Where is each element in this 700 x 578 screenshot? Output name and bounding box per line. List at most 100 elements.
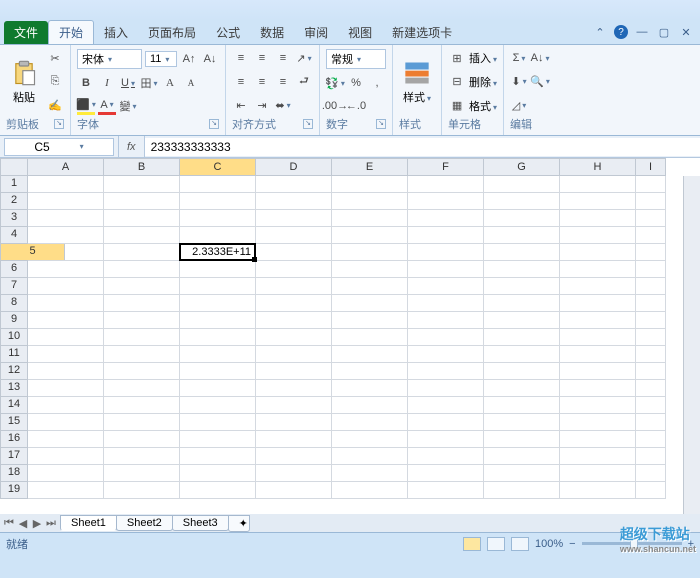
number-format-select[interactable]: 常规 [326,49,386,69]
tab-data[interactable]: 数据 [250,21,294,44]
cell[interactable] [408,312,484,329]
cell[interactable] [636,363,666,380]
align-dialog-icon[interactable]: ↘ [303,119,313,129]
cell[interactable] [256,278,332,295]
cell-grid[interactable] [28,176,683,514]
increase-decimal-icon[interactable]: .00→ [326,97,344,115]
cell[interactable] [484,380,560,397]
cell[interactable] [636,414,666,431]
page-layout-view-icon[interactable] [487,537,505,551]
cell[interactable] [28,380,104,397]
cell[interactable] [332,397,408,414]
cell[interactable] [484,244,560,261]
cell[interactable] [636,397,666,414]
delete-cells-button[interactable]: 删除 [469,74,497,90]
cell[interactable] [636,193,666,210]
sort-icon[interactable]: A↓ [531,49,549,67]
cell[interactable] [560,414,636,431]
orientation-icon[interactable]: ↗ [295,49,313,67]
cell[interactable] [256,176,332,193]
cell[interactable] [560,210,636,227]
row-header[interactable]: 2 [0,193,28,210]
help-icon[interactable]: ? [614,25,628,39]
cell[interactable] [28,329,104,346]
cell[interactable] [636,482,666,499]
copy-icon[interactable]: ⎘ [46,73,64,91]
cell[interactable] [332,295,408,312]
cell[interactable] [180,244,256,261]
font-dialog-icon[interactable]: ↘ [209,119,219,129]
cell[interactable] [560,176,636,193]
align-middle-icon[interactable]: ≡ [253,49,271,67]
insert-cells-button[interactable]: 插入 [469,50,497,66]
currency-icon[interactable]: 💱 [326,74,344,92]
cell[interactable] [256,363,332,380]
bold-button[interactable]: B [77,74,95,92]
row-header[interactable]: 3 [0,210,28,227]
row-header[interactable]: 14 [0,397,28,414]
align-center-icon[interactable]: ≡ [253,73,271,91]
format-cells-button[interactable]: 格式 [469,98,497,114]
formula-input[interactable]: 233333333333 [145,138,700,156]
cell[interactable] [28,210,104,227]
align-bottom-icon[interactable]: ≡ [274,49,292,67]
clipboard-dialog-icon[interactable]: ↘ [54,119,64,129]
col-header[interactable]: D [256,158,332,176]
cell[interactable] [104,380,180,397]
row-header[interactable]: 18 [0,465,28,482]
cell[interactable] [408,176,484,193]
cell[interactable] [636,210,666,227]
cell[interactable] [560,363,636,380]
normal-view-icon[interactable] [463,537,481,551]
row-header[interactable]: 13 [0,380,28,397]
cell[interactable] [484,397,560,414]
cell[interactable] [256,244,332,261]
cell[interactable] [636,380,666,397]
tab-home[interactable]: 开始 [48,20,94,44]
cell[interactable] [104,210,180,227]
row-header[interactable]: 9 [0,312,28,329]
cell[interactable] [408,244,484,261]
find-icon[interactable]: 🔍 [531,73,549,91]
name-box[interactable]: C5 [4,138,114,156]
cell[interactable] [408,431,484,448]
cell[interactable] [180,278,256,295]
cell[interactable] [560,397,636,414]
sheet-tab-2[interactable]: Sheet2 [116,515,173,531]
cell[interactable] [332,176,408,193]
row-header[interactable]: 6 [0,261,28,278]
cell[interactable] [104,448,180,465]
sheet-tab-3[interactable]: Sheet3 [172,515,229,531]
cell[interactable] [560,295,636,312]
cell[interactable] [104,193,180,210]
cell[interactable] [104,244,180,261]
fill-color-button[interactable]: ⬛ [77,97,95,115]
tab-view[interactable]: 视图 [338,21,382,44]
cell[interactable] [332,227,408,244]
cell[interactable] [256,312,332,329]
cell[interactable] [180,482,256,499]
row-header[interactable]: 8 [0,295,28,312]
cell[interactable] [28,312,104,329]
cell[interactable] [180,295,256,312]
cell[interactable] [180,210,256,227]
cell[interactable] [484,448,560,465]
cell[interactable] [484,414,560,431]
cell[interactable] [408,363,484,380]
cell[interactable] [256,414,332,431]
cell[interactable] [484,176,560,193]
cell[interactable] [408,329,484,346]
cell[interactable] [408,465,484,482]
cell[interactable] [408,278,484,295]
cell[interactable] [104,278,180,295]
cell[interactable] [28,346,104,363]
shrink-font2-icon[interactable]: A [182,74,200,92]
cell[interactable] [408,346,484,363]
cell[interactable] [636,295,666,312]
cell[interactable] [484,482,560,499]
cell[interactable] [180,176,256,193]
vertical-scrollbar[interactable] [683,176,700,514]
zoom-out-icon[interactable]: − [569,538,575,550]
cell[interactable] [180,261,256,278]
phonetic-button[interactable]: 變 [119,97,137,115]
